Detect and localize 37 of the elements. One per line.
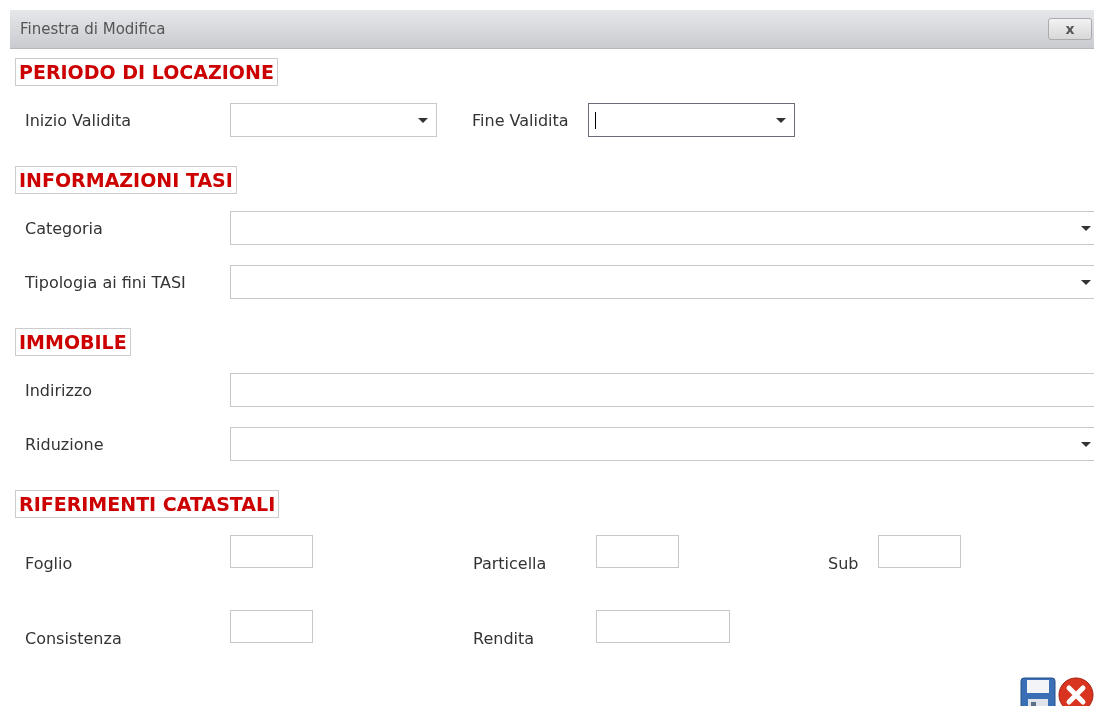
field-label: Particella xyxy=(472,554,548,574)
field-label: Tipologia ai fini TASI xyxy=(24,272,187,292)
dropdown-field[interactable] xyxy=(588,103,795,137)
input-field[interactable] xyxy=(230,610,313,643)
cancel-button[interactable] xyxy=(1058,677,1094,706)
section-heading: PERIODO DI LOCAZIONE xyxy=(15,58,278,86)
field-label: Fine Validita xyxy=(471,110,570,130)
dropdown-field[interactable] xyxy=(230,427,1094,461)
close-button[interactable]: x xyxy=(1048,18,1092,40)
close-icon xyxy=(1058,677,1094,706)
section-heading: IMMOBILE xyxy=(15,328,131,356)
caret-icon xyxy=(1081,225,1091,231)
save-button[interactable] xyxy=(1020,677,1056,706)
caret-icon xyxy=(418,117,428,123)
field-label: Rendita xyxy=(472,629,536,649)
field-label: Consistenza xyxy=(24,629,123,649)
caret-icon xyxy=(1081,441,1091,447)
input-field[interactable] xyxy=(878,535,961,568)
input-field[interactable] xyxy=(230,535,313,568)
field-label: Sub xyxy=(828,554,860,574)
field-label: Riduzione xyxy=(24,434,105,454)
window-title: Finestra di Modifica xyxy=(20,20,166,38)
input-field[interactable] xyxy=(230,373,1094,407)
field-label: Foglio xyxy=(24,554,74,574)
caret-icon xyxy=(1081,279,1091,285)
text-cursor xyxy=(595,112,596,129)
section-heading: INFORMAZIONI TASI xyxy=(15,166,237,194)
caret-icon xyxy=(776,117,786,123)
dropdown-field[interactable] xyxy=(230,265,1094,299)
dropdown-field[interactable] xyxy=(230,211,1094,245)
field-label: Inizio Validita xyxy=(24,110,133,130)
field-label: Categoria xyxy=(24,218,104,238)
dropdown-field[interactable] xyxy=(230,103,437,137)
input-field[interactable] xyxy=(596,535,679,568)
field-label: Indirizzo xyxy=(24,380,94,400)
input-field[interactable] xyxy=(596,610,730,643)
section-heading: RIFERIMENTI CATASTALI xyxy=(15,490,280,518)
